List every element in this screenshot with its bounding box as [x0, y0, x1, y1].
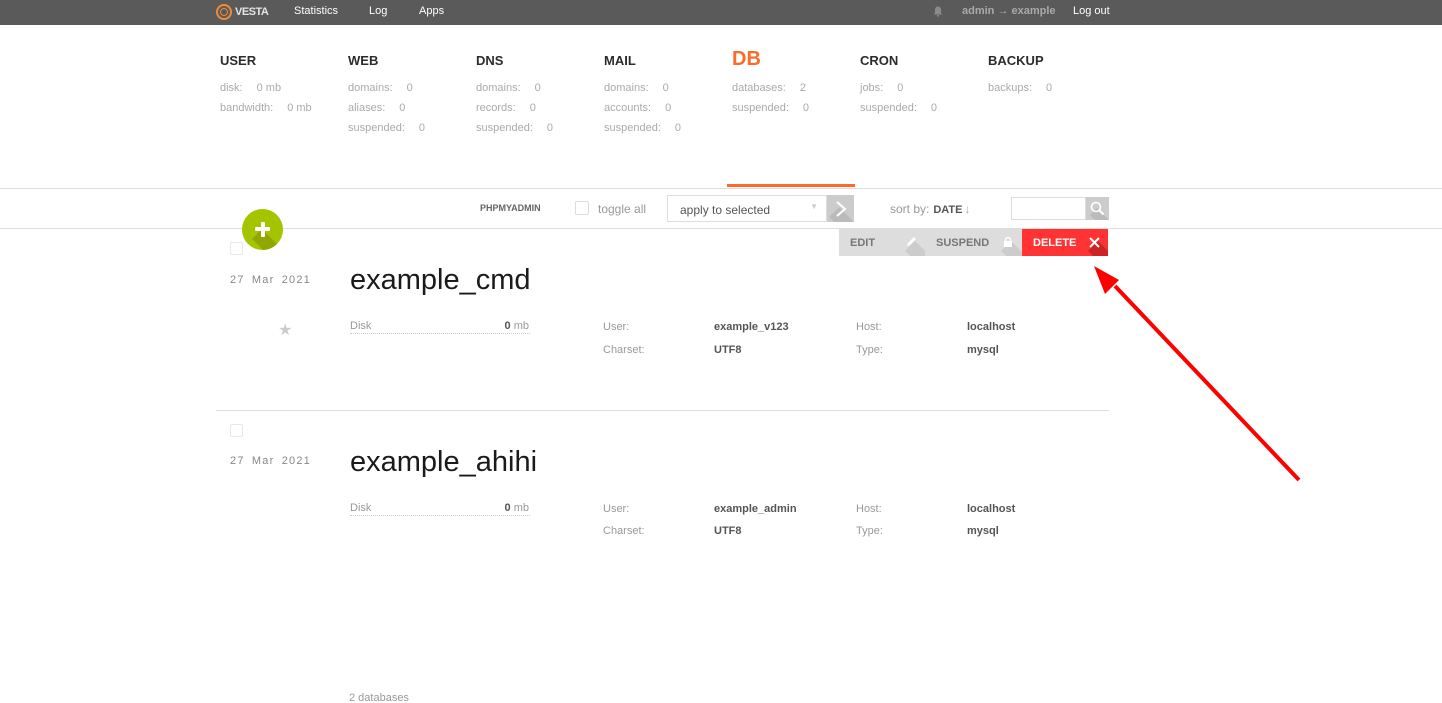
stat-user[interactable]: USER disk: 0 mb bandwidth: 0 mb	[220, 53, 312, 118]
nav-log[interactable]: Log	[369, 5, 387, 17]
nav-statistics[interactable]: Statistics	[294, 5, 338, 17]
bulk-action-value: apply to selected	[680, 203, 771, 217]
stat-row: backups: 0	[988, 82, 1053, 94]
search-input[interactable]	[1011, 197, 1086, 220]
delete-button[interactable]: DELETE	[1022, 229, 1108, 256]
charset-label: Charset:	[603, 344, 645, 356]
database-name: example_cmd	[350, 264, 531, 296]
type-value: mysql	[967, 344, 999, 356]
search-button[interactable]	[1086, 197, 1109, 220]
stat-db[interactable]: DB databases: 2 suspended: 0	[732, 48, 810, 118]
type-label: Type:	[856, 525, 883, 537]
row-actions: EDIT SUSPEND DELETE	[839, 229, 1108, 256]
stat-row: disk: 0 mb	[220, 82, 282, 94]
stat-mail[interactable]: MAIL domains: 0 accounts: 0 suspended: 0	[604, 53, 681, 138]
stat-row: suspended: 0	[476, 122, 554, 134]
star-icon[interactable]: ★	[278, 320, 292, 340]
charset-value: UTF8	[714, 344, 742, 356]
row-date: 27 Mar 2021	[230, 274, 311, 286]
apply-bulk-action-button[interactable]	[827, 195, 854, 222]
bell-icon[interactable]	[933, 6, 943, 17]
host-value: localhost	[967, 503, 1016, 515]
add-database-button[interactable]	[242, 209, 283, 250]
user-value: example_admin	[714, 503, 797, 515]
row-checkbox[interactable]	[230, 242, 243, 255]
host-label: Host:	[856, 503, 882, 515]
stat-dns[interactable]: DNS domains: 0 records: 0 suspended: 0	[476, 53, 553, 138]
stat-row: bandwidth: 0 mb	[220, 102, 312, 114]
close-icon	[1089, 237, 1100, 248]
top-bar: VESTA Statistics Log Apps admin → exampl…	[0, 0, 1442, 25]
divider	[0, 188, 1442, 189]
suspend-button[interactable]: SUSPEND	[925, 229, 1022, 256]
disk-usage: Disk 0 mb	[350, 502, 530, 516]
stat-title[interactable]: CRON	[860, 53, 937, 71]
stat-row: domains: 0	[604, 82, 669, 94]
stat-row: domains: 0	[348, 82, 413, 94]
user-switch-link[interactable]: admin → example	[962, 5, 1056, 17]
stat-row: suspended: 0	[604, 122, 682, 134]
stat-backup[interactable]: BACKUP backups: 0	[988, 53, 1052, 98]
toggle-all-label[interactable]: toggle all	[598, 202, 646, 216]
pencil-icon	[907, 237, 916, 246]
stat-row: accounts: 0	[604, 102, 672, 114]
lock-icon	[1004, 236, 1012, 247]
search-icon	[1090, 201, 1105, 216]
charset-value: UTF8	[714, 525, 742, 537]
type-label: Type:	[856, 344, 883, 356]
user-value: example_v123	[714, 321, 789, 333]
row-date: 27 Mar 2021	[230, 455, 311, 467]
stat-row: suspended: 0	[732, 102, 810, 114]
sort-by-control[interactable]: sort by: DATE ↓	[890, 202, 971, 216]
sort-by-value[interactable]: DATE	[933, 204, 962, 216]
arrow-shaft	[1113, 284, 1301, 482]
stat-cron[interactable]: CRON jobs: 0 suspended: 0	[860, 53, 937, 118]
bulk-action-select[interactable]: apply to selected ▼	[667, 195, 827, 222]
stat-title[interactable]: MAIL	[604, 53, 681, 71]
stat-row: records: 0	[476, 102, 536, 114]
stat-title[interactable]: DB	[732, 48, 809, 71]
host-value: localhost	[967, 321, 1016, 333]
stat-title[interactable]: BACKUP	[988, 53, 1052, 71]
toggle-all-checkbox[interactable]	[575, 201, 589, 215]
stat-title[interactable]: DNS	[476, 53, 553, 71]
sort-direction-icon[interactable]: ↓	[965, 202, 971, 216]
phpmyadmin-link[interactable]: PHPMYADMIN	[480, 203, 541, 213]
user-label: User:	[603, 321, 630, 333]
logout-link[interactable]: Log out	[1073, 5, 1110, 17]
row-checkbox[interactable]	[230, 424, 243, 437]
type-value: mysql	[967, 525, 999, 537]
nav-apps[interactable]: Apps	[419, 5, 444, 17]
stat-row: suspended: 0	[860, 102, 938, 114]
chevron-right-icon	[836, 201, 847, 217]
logo-text: VESTA	[235, 6, 269, 18]
stat-title[interactable]: USER	[220, 53, 312, 71]
chevron-down-icon: ▼	[810, 202, 818, 211]
logo-icon	[216, 4, 232, 20]
host-label: Host:	[856, 321, 882, 333]
vesta-logo[interactable]: VESTA	[216, 3, 269, 21]
row-divider	[216, 410, 1109, 411]
stat-title[interactable]: WEB	[348, 53, 425, 71]
stat-row: jobs: 0	[860, 82, 904, 94]
database-count: 2 databases	[349, 692, 409, 703]
charset-label: Charset:	[603, 525, 645, 537]
divider	[0, 228, 1442, 229]
stat-web[interactable]: WEB domains: 0 aliases: 0 suspended: 0	[348, 53, 425, 138]
stat-row: domains: 0	[476, 82, 541, 94]
edit-button[interactable]: EDIT	[839, 229, 925, 256]
database-name: example_ahihi	[350, 446, 538, 478]
disk-usage: Disk 0 mb	[350, 320, 530, 334]
active-tab-indicator	[727, 184, 855, 187]
stat-row: aliases: 0	[348, 102, 406, 114]
arrow-head	[1094, 266, 1119, 294]
stat-row: databases: 2	[732, 82, 806, 94]
stat-row: suspended: 0	[348, 122, 426, 134]
user-label: User:	[603, 503, 630, 515]
